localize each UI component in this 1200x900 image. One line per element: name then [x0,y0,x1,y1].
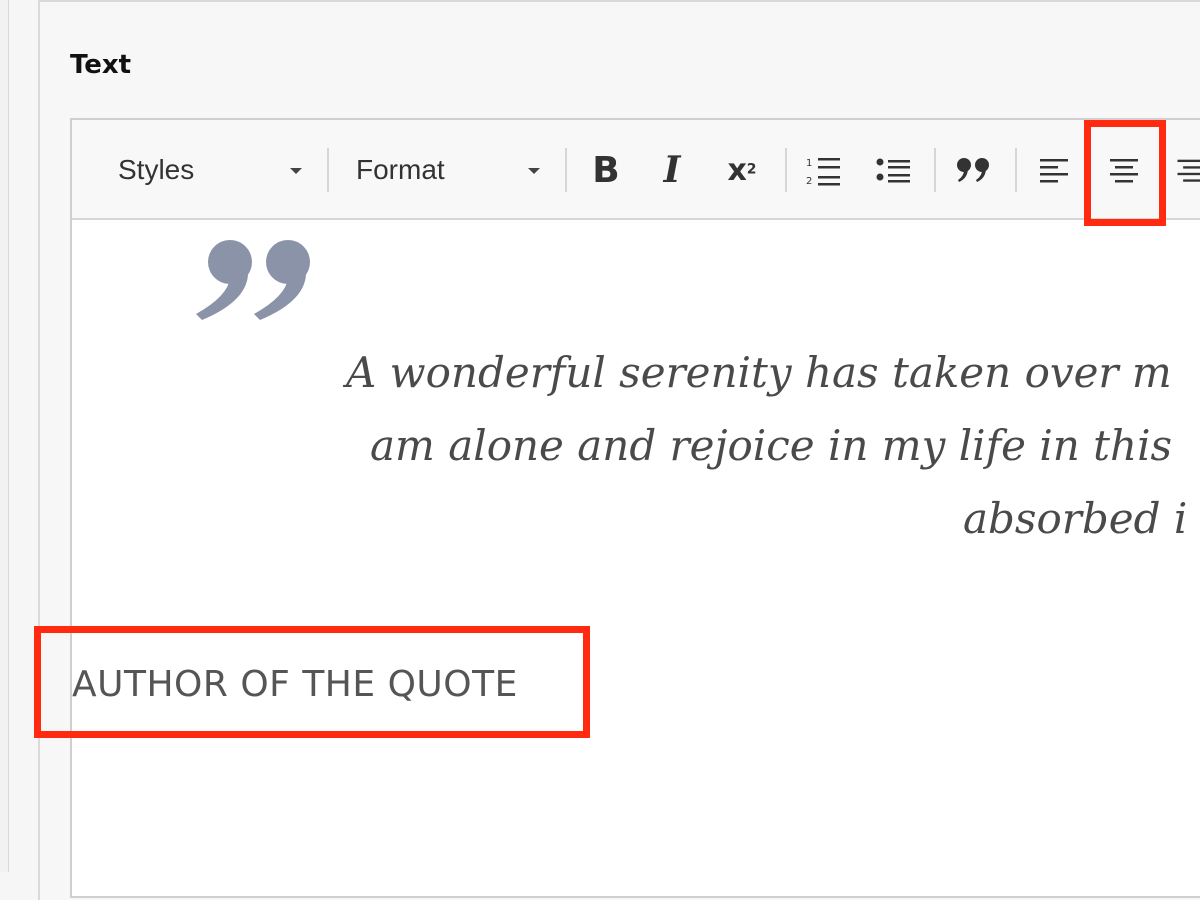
quote-author: AUTHOR OF THE QUOTE [72,664,518,705]
numbered-list-button[interactable]: 1 2 [800,146,848,194]
italic-button[interactable]: I [648,146,696,194]
styles-dropdown-label: Styles [118,154,194,186]
superscript-button[interactable]: x2 [718,146,766,194]
toolbar-separator [327,148,329,192]
svg-text:2: 2 [806,176,812,186]
toolbar-separator [1015,148,1017,192]
format-dropdown-label: Format [356,154,445,186]
toolbar-separator [565,148,567,192]
quote-line-3: absorbed i [963,494,1187,543]
bold-button[interactable]: B [582,146,630,194]
chevron-down-icon [528,168,540,174]
superscript-icon: x2 [727,153,756,188]
styles-dropdown[interactable]: Styles [118,150,308,190]
field-label-text: Text [70,50,131,80]
window-left-edge [0,0,9,872]
align-center-icon [1108,157,1140,183]
blockquote-button[interactable] [950,146,998,194]
quote-line-1: A wonderful serenity has taken over m [346,348,1172,397]
chevron-down-icon [290,168,302,174]
svg-text:1: 1 [806,158,812,169]
toolbar-separator [785,148,787,192]
numbered-list-icon: 1 2 [806,154,842,186]
align-right-icon [1170,157,1200,183]
align-left-icon [1038,157,1070,183]
format-dropdown[interactable]: Format [356,150,546,190]
quote-line-2: am alone and rejoice in my life in this [370,421,1172,470]
closing-quote-icon [192,234,316,326]
align-center-button[interactable] [1100,146,1148,194]
blockquote-icon [954,156,994,184]
bulleted-list-icon [876,156,912,184]
superscript-base: x [727,153,746,188]
bold-icon: B [592,150,619,191]
toolbar-separator [934,148,936,192]
align-left-button[interactable] [1030,146,1078,194]
italic-icon: I [664,149,681,191]
align-right-button[interactable] [1170,146,1200,194]
superscript-exponent: 2 [747,161,757,177]
bulleted-list-button[interactable] [870,146,918,194]
